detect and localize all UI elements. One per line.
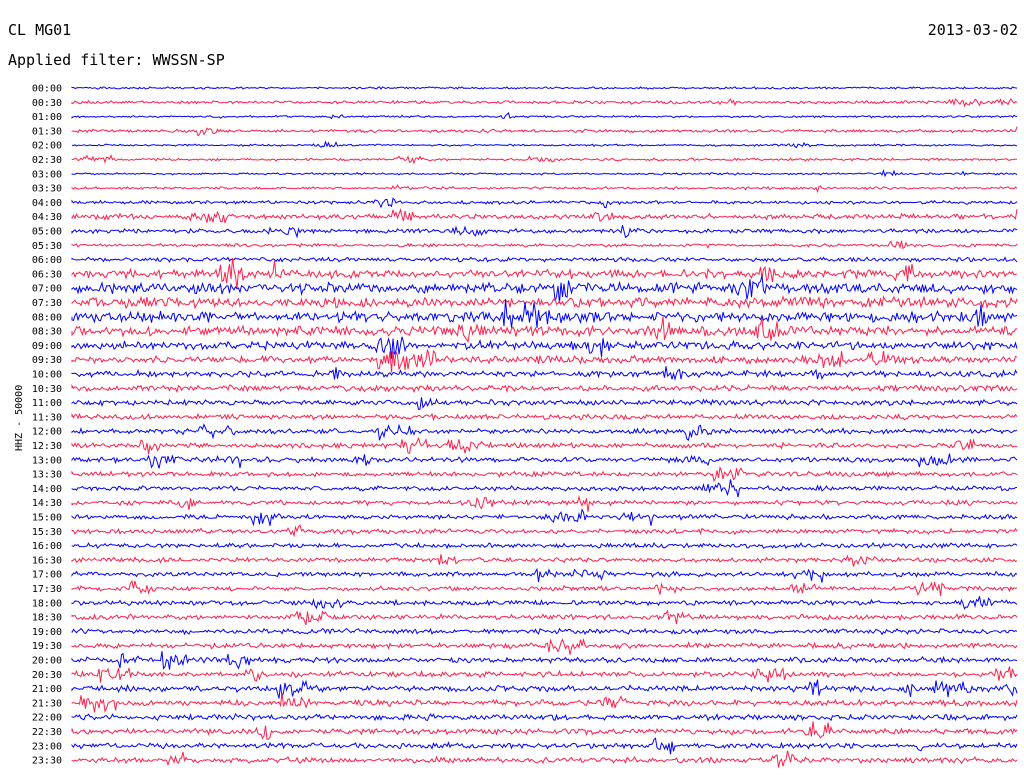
trace-2230: [71, 721, 1018, 740]
trace-group: [71, 86, 1018, 768]
trace-1300: [71, 453, 1018, 469]
hour-label-0800: 08:00: [32, 312, 62, 323]
hour-label-2130: 21:30: [32, 698, 62, 709]
hour-label-1600: 16:00: [32, 541, 62, 552]
trace-1700: [71, 567, 1018, 583]
trace-0000: [71, 86, 1018, 90]
hour-label-2100: 21:00: [32, 684, 62, 695]
hour-label-0100: 01:00: [32, 112, 62, 123]
trace-1200: [71, 423, 1018, 441]
trace-0130: [71, 126, 1018, 137]
trace-1130: [71, 412, 1018, 422]
hour-label-1930: 19:30: [32, 641, 62, 652]
trace-2330: [71, 750, 1018, 768]
hour-label-0530: 05:30: [32, 241, 62, 252]
hour-label-1330: 13:30: [32, 470, 62, 481]
hour-label-0700: 07:00: [32, 284, 62, 295]
trace-0930: [71, 349, 1018, 373]
trace-1600: [71, 541, 1018, 550]
hour-label-1030: 10:30: [32, 384, 62, 395]
hour-label-1000: 10:00: [32, 370, 62, 381]
trace-2030: [71, 666, 1018, 683]
hour-label-1800: 18:00: [32, 598, 62, 609]
hour-label-0300: 03:00: [32, 169, 62, 180]
trace-1500: [71, 508, 1018, 527]
hour-label-1900: 19:00: [32, 627, 62, 638]
hour-label-0200: 02:00: [32, 141, 62, 152]
hour-label-1830: 18:30: [32, 613, 62, 624]
trace-2200: [71, 713, 1018, 722]
trace-0900: [71, 336, 1018, 359]
trace-1730: [71, 580, 1018, 596]
hour-label-2300: 23:00: [32, 741, 62, 752]
hour-label-1700: 17:00: [32, 570, 62, 581]
trace-1900: [71, 627, 1018, 636]
trace-1530: [71, 524, 1018, 538]
hour-label-1630: 16:30: [32, 555, 62, 566]
hour-label-1200: 12:00: [32, 427, 62, 438]
hour-label-0130: 01:30: [32, 126, 62, 137]
trace-0030: [71, 97, 1018, 108]
trace-1630: [71, 554, 1018, 567]
hour-label-0830: 08:30: [32, 327, 62, 338]
trace-2100: [71, 679, 1018, 699]
trace-0700: [71, 275, 1018, 304]
trace-0230: [71, 154, 1018, 165]
trace-0530: [71, 240, 1018, 250]
trace-2000: [71, 651, 1018, 670]
hour-label-1430: 14:30: [32, 498, 62, 509]
hour-label-0400: 04:00: [32, 198, 62, 209]
trace-0600: [71, 256, 1018, 263]
trace-0100: [71, 112, 1018, 120]
trace-1330: [71, 465, 1018, 483]
trace-1930: [71, 637, 1018, 655]
trace-0330: [71, 184, 1018, 194]
hour-label-0330: 03:30: [32, 184, 62, 195]
trace-1430: [71, 494, 1018, 512]
hour-label-0630: 06:30: [32, 269, 62, 280]
trace-1000: [71, 366, 1018, 382]
hour-label-1730: 17:30: [32, 584, 62, 595]
trace-0200: [71, 140, 1018, 149]
hour-label-0030: 00:30: [32, 98, 62, 109]
hour-label-0230: 02:30: [32, 155, 62, 166]
hour-label-0730: 07:30: [32, 298, 62, 309]
trace-0300: [71, 169, 1018, 178]
hour-label-1300: 13:00: [32, 455, 62, 466]
trace-1230: [71, 436, 1018, 455]
trace-0400: [71, 197, 1018, 209]
trace-0500: [71, 225, 1018, 239]
hour-label-1530: 15:30: [32, 527, 62, 538]
hour-label-2000: 20:00: [32, 656, 62, 667]
hour-label-1230: 12:30: [32, 441, 62, 452]
hour-label-1400: 14:00: [32, 484, 62, 495]
hour-label-group: 00:00 00:30 01:00 01:30 02:00 02:30 03:00 03:30…: [32, 84, 62, 767]
hour-label-0930: 09:30: [32, 355, 62, 366]
hour-label-0900: 09:00: [32, 341, 62, 352]
trace-2300: [71, 737, 1018, 755]
hour-label-2030: 20:30: [32, 670, 62, 681]
hour-label-1130: 11:30: [32, 412, 62, 423]
hour-label-0500: 05:00: [32, 227, 62, 238]
hour-label-2330: 23:30: [32, 756, 62, 767]
trace-0430: [71, 208, 1018, 224]
hour-label-0600: 06:00: [32, 255, 62, 266]
hour-label-1100: 11:00: [32, 398, 62, 409]
trace-1100: [71, 397, 1018, 410]
trace-1800: [71, 596, 1018, 610]
hour-label-0430: 04:30: [32, 212, 62, 223]
hour-label-2230: 22:30: [32, 727, 62, 738]
trace-1830: [71, 609, 1018, 626]
trace-1400: [71, 479, 1018, 498]
trace-0730: [71, 295, 1018, 310]
hour-label-0000: 00:00: [32, 84, 62, 95]
trace-1030: [71, 383, 1018, 394]
hour-label-1500: 15:00: [32, 513, 62, 524]
trace-2130: [71, 692, 1018, 714]
hour-label-2200: 22:00: [32, 713, 62, 724]
helicorder-plot: 00:00 00:30 01:00 01:30 02:00 02:30 03:00 03:30…: [32, 84, 1018, 768]
